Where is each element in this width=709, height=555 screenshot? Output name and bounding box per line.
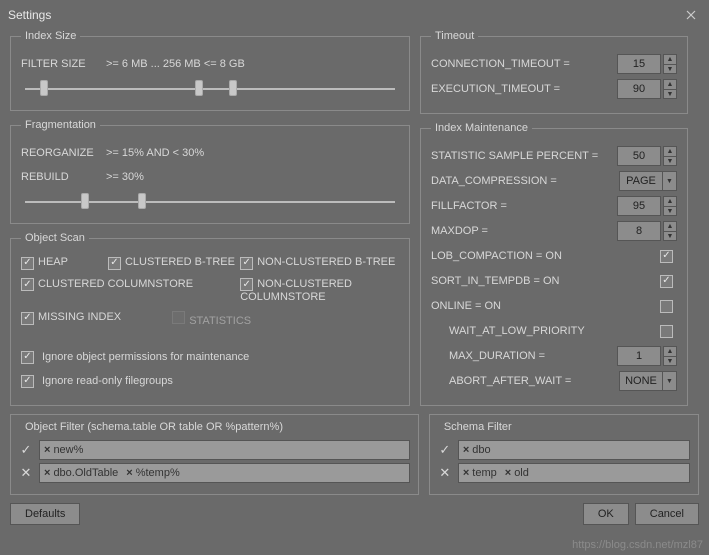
down-arrow-icon[interactable]: ▼: [663, 64, 677, 74]
frag-thumb-1[interactable]: [81, 193, 89, 209]
index-size-group: Index Size FILTER SIZE >= 6 MB ... 256 M…: [10, 30, 410, 111]
max-duration-stepper[interactable]: 1▲▼: [617, 346, 677, 366]
fragmentation-legend: Fragmentation: [21, 119, 100, 131]
schema-filter-exclude-input[interactable]: temp old: [458, 463, 690, 483]
index-size-slider[interactable]: [21, 78, 399, 100]
down-arrow-icon[interactable]: ▼: [663, 89, 677, 99]
close-icon[interactable]: [681, 5, 701, 25]
filter-tag[interactable]: old: [505, 467, 529, 479]
max-duration-label: MAX_DURATION =: [431, 350, 617, 362]
ignore-permissions-checkbox[interactable]: Ignore object permissions for maintenanc…: [21, 351, 249, 364]
fragmentation-slider[interactable]: [21, 191, 399, 213]
sort-tempdb-checkbox[interactable]: [660, 275, 673, 288]
lob-compaction-label: LOB_COMPACTION = ON: [431, 250, 660, 262]
up-arrow-icon[interactable]: ▲: [663, 54, 677, 64]
up-arrow-icon[interactable]: ▲: [663, 79, 677, 89]
missing-index-checkbox[interactable]: MISSING INDEX: [21, 311, 172, 327]
nonclustered-columnstore-checkbox[interactable]: NON-CLUSTERED COLUMNSTORE: [240, 278, 399, 304]
execution-timeout-stepper[interactable]: 90 ▲▼: [617, 79, 677, 99]
object-scan-group: Object Scan HEAP CLUSTERED B-TREE NON-CL…: [10, 232, 410, 406]
object-filter-legend: Object Filter (schema.table OR table OR …: [21, 421, 287, 433]
schema-filter-legend: Schema Filter: [440, 421, 516, 433]
object-filter-group: Object Filter (schema.table OR table OR …: [10, 414, 419, 495]
chevron-down-icon[interactable]: ▼: [663, 371, 677, 391]
data-compression-label: DATA_COMPRESSION =: [431, 175, 619, 187]
timeout-group: Timeout CONNECTION_TIMEOUT = 15 ▲▼ EXECU…: [420, 30, 688, 114]
check-icon: ✓: [19, 442, 33, 458]
nonclustered-btree-checkbox[interactable]: NON-CLUSTERED B-TREE: [240, 256, 399, 270]
timeout-legend: Timeout: [431, 30, 478, 42]
rebuild-value: >= 30%: [106, 171, 144, 183]
slider-thumb-max[interactable]: [229, 80, 237, 96]
index-maintenance-legend: Index Maintenance: [431, 122, 532, 134]
object-filter-include-input[interactable]: new%: [39, 440, 410, 460]
filter-size-label: FILTER SIZE: [21, 58, 106, 70]
filter-tag[interactable]: %temp%: [126, 467, 179, 479]
index-maintenance-group: Index Maintenance STATISTIC SAMPLE PERCE…: [420, 122, 688, 406]
schema-filter-include-input[interactable]: dbo: [458, 440, 690, 460]
connection-timeout-stepper[interactable]: 15 ▲▼: [617, 54, 677, 74]
connection-timeout-label: CONNECTION_TIMEOUT =: [431, 58, 617, 70]
reorganize-value: >= 15% AND < 30%: [106, 147, 204, 159]
fillfactor-stepper[interactable]: 95▲▼: [617, 196, 677, 216]
filter-tag[interactable]: dbo.OldTable: [44, 467, 118, 479]
wait-low-priority-checkbox[interactable]: [660, 325, 673, 338]
object-scan-legend: Object Scan: [21, 232, 89, 244]
filter-size-value: >= 6 MB ... 256 MB <= 8 GB: [106, 58, 245, 70]
filter-tag[interactable]: new%: [44, 444, 83, 456]
rebuild-label: REBUILD: [21, 171, 106, 183]
schema-filter-group: Schema Filter ✓ dbo ✕ temp old: [429, 414, 699, 495]
clustered-btree-checkbox[interactable]: CLUSTERED B-TREE: [108, 256, 240, 270]
frag-thumb-2[interactable]: [138, 193, 146, 209]
filter-tag[interactable]: dbo: [463, 444, 491, 456]
x-icon: ✕: [438, 465, 452, 481]
data-compression-combo[interactable]: PAGE▼: [619, 171, 677, 191]
stat-sample-label: STATISTIC SAMPLE PERCENT =: [431, 150, 617, 162]
wait-low-priority-label: WAIT_AT_LOW_PRIORITY: [431, 325, 660, 337]
ignore-readonly-checkbox[interactable]: Ignore read-only filegroups: [21, 375, 173, 388]
maxdop-label: MAXDOP =: [431, 225, 617, 237]
reorganize-label: REORGANIZE: [21, 147, 106, 159]
online-label: ONLINE = ON: [431, 300, 660, 312]
slider-thumb-min[interactable]: [40, 80, 48, 96]
x-icon: ✕: [19, 465, 33, 481]
filter-tag[interactable]: temp: [463, 467, 497, 479]
heap-checkbox[interactable]: HEAP: [21, 256, 108, 270]
chevron-down-icon[interactable]: ▼: [663, 171, 677, 191]
index-size-legend: Index Size: [21, 30, 80, 42]
ok-button[interactable]: OK: [583, 503, 629, 525]
slider-thumb-mid[interactable]: [195, 80, 203, 96]
maxdop-stepper[interactable]: 8▲▼: [617, 221, 677, 241]
sort-tempdb-label: SORT_IN_TEMPDB = ON: [431, 275, 660, 287]
execution-timeout-label: EXECUTION_TIMEOUT =: [431, 83, 617, 95]
object-filter-exclude-input[interactable]: dbo.OldTable %temp%: [39, 463, 410, 483]
window-title: Settings: [8, 8, 51, 22]
abort-after-wait-combo[interactable]: NONE▼: [619, 371, 677, 391]
cancel-button[interactable]: Cancel: [635, 503, 699, 525]
fillfactor-label: FILLFACTOR =: [431, 200, 617, 212]
abort-after-wait-label: ABORT_AFTER_WAIT =: [431, 375, 619, 387]
check-icon: ✓: [438, 442, 452, 458]
lob-compaction-checkbox[interactable]: [660, 250, 673, 263]
stat-sample-stepper[interactable]: 50▲▼: [617, 146, 677, 166]
clustered-columnstore-checkbox[interactable]: CLUSTERED COLUMNSTORE: [21, 278, 240, 304]
online-checkbox[interactable]: [660, 300, 673, 313]
watermark: https://blog.csdn.net/mzl87: [572, 539, 703, 551]
defaults-button[interactable]: Defaults: [10, 503, 80, 525]
statistics-checkbox: STATISTICS: [172, 311, 323, 327]
fragmentation-group: Fragmentation REORGANIZE >= 15% AND < 30…: [10, 119, 410, 224]
